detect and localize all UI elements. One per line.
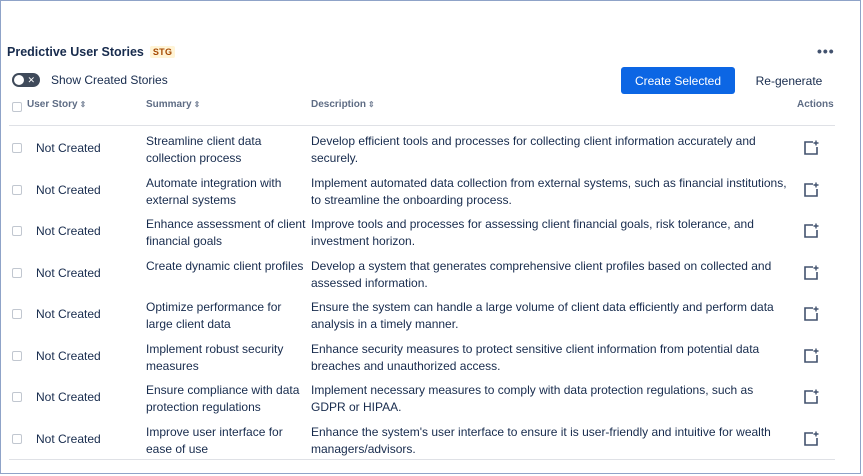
row-checkbox[interactable]	[12, 143, 22, 153]
toggle-off-icon: ✕	[27, 75, 35, 85]
create-issue-icon[interactable]	[802, 305, 820, 323]
row-status: Not Created	[36, 349, 101, 363]
table-row: Not Created Implement robust security me…	[1, 335, 861, 376]
row-status: Not Created	[36, 224, 101, 238]
sort-icon: ⇕	[79, 100, 87, 109]
row-description: Develop efficient tools and processes fo…	[311, 134, 756, 165]
column-header-actions-label: Actions	[797, 99, 834, 110]
row-checkbox[interactable]	[12, 434, 22, 444]
environment-badge: STG	[149, 46, 176, 58]
row-status: Not Created	[36, 307, 101, 321]
row-status: Not Created	[36, 432, 101, 446]
header-divider	[9, 125, 835, 126]
row-checkbox[interactable]	[12, 226, 22, 236]
column-header-user-story[interactable]: User Story ⇕	[27, 99, 86, 110]
row-description: Ensure the system can handle a large vol…	[311, 300, 774, 331]
column-header-summary[interactable]: Summary ⇕	[146, 99, 200, 110]
table-bottom-divider	[9, 459, 835, 460]
row-description: Implement automated data collection from…	[311, 176, 787, 207]
show-created-stories-label: Show Created Stories	[51, 73, 168, 87]
create-issue-icon[interactable]	[802, 264, 820, 282]
create-issue-icon[interactable]	[802, 388, 820, 406]
row-description: Develop a system that generates comprehe…	[311, 259, 772, 290]
create-issue-icon[interactable]	[802, 181, 820, 199]
row-summary: Enhance assessment of client financial g…	[146, 217, 306, 248]
table-row: Not Created Create dynamic client profil…	[1, 252, 861, 293]
row-checkbox[interactable]	[12, 392, 22, 402]
table-row: Not Created Streamline client data colle…	[1, 127, 861, 168]
show-created-stories-toggle[interactable]: ✕	[12, 73, 40, 87]
create-issue-icon[interactable]	[802, 430, 820, 448]
more-options-icon[interactable]: •••	[817, 43, 835, 59]
create-issue-icon[interactable]	[802, 222, 820, 240]
panel-header: Predictive User Stories STG	[7, 45, 176, 59]
table-row: Not Created Optimize performance for lar…	[1, 293, 861, 334]
column-header-user-story-label: User Story	[27, 99, 78, 110]
sort-icon: ⇕	[193, 100, 201, 109]
row-status: Not Created	[36, 183, 101, 197]
create-issue-icon[interactable]	[802, 139, 820, 157]
row-description: Implement necessary measures to comply w…	[311, 383, 754, 414]
toggle-knob	[14, 75, 24, 85]
column-header-description[interactable]: Description ⇕	[311, 99, 375, 110]
row-checkbox[interactable]	[12, 185, 22, 195]
row-description: Enhance security measures to protect sen…	[311, 342, 760, 373]
row-checkbox[interactable]	[12, 351, 22, 361]
panel-title: Predictive User Stories	[7, 45, 144, 59]
create-selected-button[interactable]: Create Selected	[621, 67, 735, 94]
row-status: Not Created	[36, 141, 101, 155]
row-summary: Ensure compliance with data protection r…	[146, 383, 300, 414]
row-status: Not Created	[36, 390, 101, 404]
row-checkbox[interactable]	[12, 309, 22, 319]
select-all-checkbox[interactable]	[12, 102, 22, 112]
row-checkbox[interactable]	[12, 268, 22, 278]
column-header-summary-label: Summary	[146, 99, 192, 110]
regenerate-button[interactable]: Re-generate	[747, 67, 831, 94]
table-row: Not Created Enhance assessment of client…	[1, 210, 861, 251]
table-row: Not Created Improve user interface for e…	[1, 418, 861, 459]
row-status: Not Created	[36, 266, 101, 280]
row-description: Enhance the system's user interface to e…	[311, 425, 771, 456]
row-summary: Automate integration with external syste…	[146, 176, 282, 207]
predictive-user-stories-panel: Predictive User Stories STG ••• ✕ Show C…	[0, 0, 861, 474]
row-summary: Streamline client data collection proces…	[146, 134, 262, 165]
row-summary: Improve user interface for ease of use	[146, 425, 283, 456]
row-summary: Create dynamic client profiles	[146, 259, 304, 273]
row-summary: Implement robust security measures	[146, 342, 284, 373]
column-header-actions: Actions	[797, 99, 834, 110]
table-row: Not Created Ensure compliance with data …	[1, 376, 861, 417]
row-summary: Optimize performance for large client da…	[146, 300, 282, 331]
sort-icon: ⇕	[368, 100, 375, 109]
table-row: Not Created Automate integration with ex…	[1, 169, 861, 210]
row-description: Improve tools and processes for assessin…	[311, 217, 754, 248]
create-issue-icon[interactable]	[802, 347, 820, 365]
column-header-description-label: Description	[311, 99, 367, 110]
